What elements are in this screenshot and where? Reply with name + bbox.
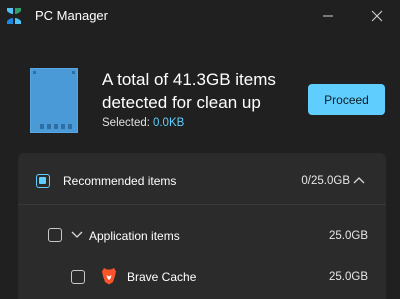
application-items-row[interactable]: Application items 25.0GB xyxy=(18,216,386,256)
brave-cache-row[interactable]: Brave Cache 25.0GB xyxy=(18,257,386,297)
disk-icon xyxy=(30,68,78,133)
recommended-items-size: 0/25.0GB xyxy=(301,175,350,187)
close-icon xyxy=(371,10,383,22)
chevron-down-icon[interactable] xyxy=(71,230,83,240)
application-items-checkbox[interactable] xyxy=(48,228,62,242)
application-items-label: Application items xyxy=(89,229,180,243)
brave-cache-size: 25.0GB xyxy=(329,271,368,283)
chevron-up-icon[interactable] xyxy=(353,175,365,185)
recommended-items-checkbox[interactable] xyxy=(36,174,50,188)
brave-cache-label: Brave Cache xyxy=(127,270,197,284)
selected-label: Selected: xyxy=(102,117,150,129)
selected-size: Selected: 0.0KB xyxy=(102,117,184,129)
recommended-items-row[interactable]: Recommended items 0/25.0GB xyxy=(18,161,386,201)
title-bar: PC Manager xyxy=(0,0,400,32)
recommended-items-label: Recommended items xyxy=(63,174,177,188)
selected-value: 0.0KB xyxy=(152,117,185,129)
divider xyxy=(18,204,386,205)
scan-summary-headline: A total of 41.3GB items detected for cle… xyxy=(102,70,276,112)
minimize-icon xyxy=(323,15,333,17)
pc-manager-logo-icon xyxy=(7,8,21,24)
brave-cache-checkbox[interactable] xyxy=(71,270,85,284)
application-items-size: 25.0GB xyxy=(329,230,368,242)
proceed-button[interactable]: Proceed xyxy=(308,84,385,115)
minimize-button[interactable] xyxy=(316,4,340,28)
close-button[interactable] xyxy=(365,4,389,28)
window-title: PC Manager xyxy=(35,8,108,23)
brave-lion-icon xyxy=(102,268,116,285)
